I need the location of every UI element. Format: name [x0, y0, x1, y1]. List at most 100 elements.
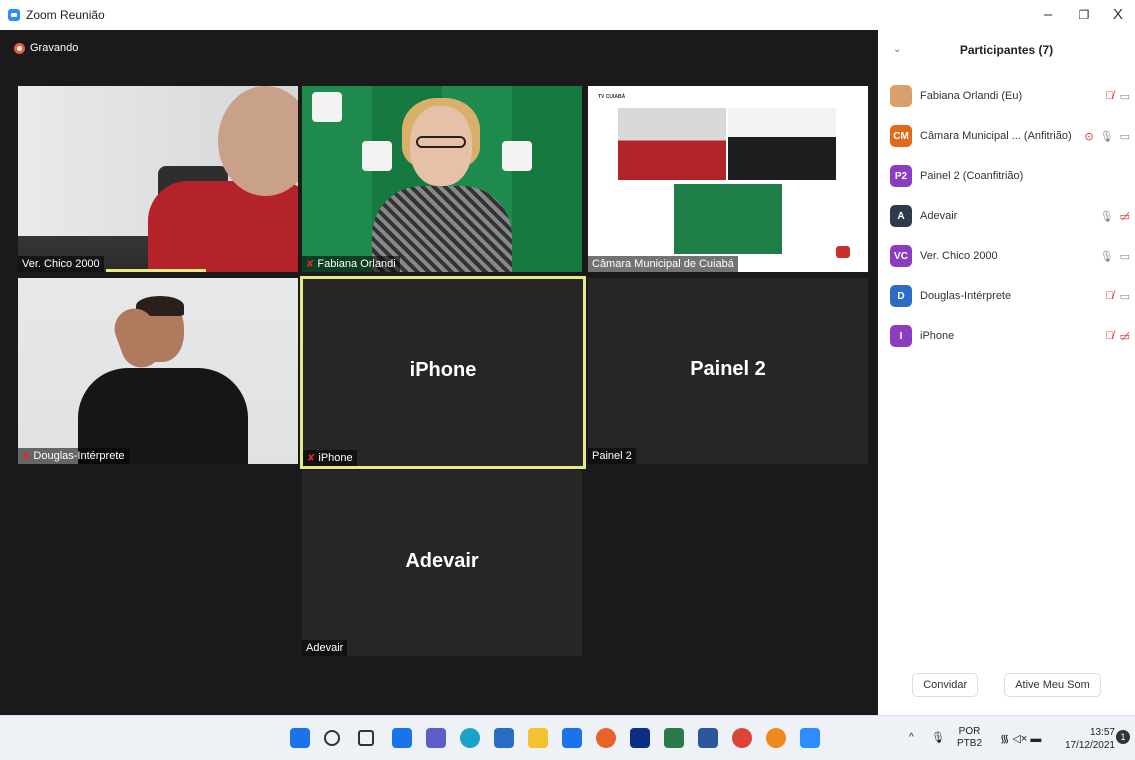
camera-icon[interactable]: ▭ — [1120, 90, 1130, 103]
mic-icon[interactable]: 🎙 — [1100, 130, 1114, 143]
participant-row[interactable]: VC Ver. Chico 2000 🎙 ▭ — [890, 243, 1130, 269]
tile-name-label: ✘ Fabiana Orlandi — [302, 256, 400, 272]
tile-name-label: Ver. Chico 2000 — [18, 256, 104, 272]
mic-muted-icon[interactable]: 🎙̸ — [1105, 90, 1113, 102]
dropbox-icon[interactable] — [630, 728, 650, 748]
chat-icon[interactable] — [426, 728, 446, 748]
tv-channel-logo: TV CUIABÁ — [598, 94, 626, 100]
camera-icon[interactable]: ▭ — [1120, 290, 1130, 303]
participant-row[interactable]: A Adevair 🎙 ▭̸ — [890, 203, 1130, 229]
participant-row[interactable]: Fabiana Orlandi (Eu) 🎙̸ ▭ — [890, 83, 1130, 109]
avatar: I — [890, 325, 912, 347]
recording-indicator[interactable]: Gravando — [14, 42, 78, 54]
wifi-volume-battery-icons[interactable]: ᯾ ◁× ▬ — [1000, 731, 1041, 746]
avatar: VC — [890, 245, 912, 267]
mic-muted-icon: ✘ — [307, 452, 316, 464]
word-icon[interactable] — [698, 728, 718, 748]
windows-start-icon[interactable] — [290, 728, 310, 748]
video-tile-douglas[interactable]: ✘ Douglas-Intérprete — [18, 278, 298, 464]
participant-row[interactable]: D Douglas-Intérprete 🎙̸ ▭ — [890, 283, 1130, 309]
participants-panel: ⌄ Participantes (7) Fabiana Orlandi (Eu)… — [878, 30, 1135, 715]
tile-big-name: Painel 2 — [690, 358, 766, 380]
system-tray: ^ 🎙 POR PTB2 ᯾ ◁× ▬ 13:57 17/12/2021 1 — [905, 724, 1130, 754]
video-tile-iphone[interactable]: iPhone ✘ iPhone — [300, 276, 586, 469]
recording-icon — [14, 42, 25, 54]
avatar: D — [890, 285, 912, 307]
participants-title: Participantes (7) — [959, 43, 1054, 57]
video-tile-adevair[interactable]: Adevair Adevair — [302, 470, 582, 656]
search-icon[interactable] — [324, 730, 340, 746]
participant-row[interactable]: I iPhone 🎙̸ ▭̸ — [890, 323, 1130, 349]
clock[interactable]: 13:57 17/12/2021 — [1055, 726, 1115, 752]
tile-name-label: Painel 2 — [588, 448, 636, 464]
widgets-icon[interactable] — [392, 728, 412, 748]
tile-big-name: Adevair — [405, 550, 479, 572]
mic-muted-icon[interactable]: 🎙̸ — [1105, 330, 1113, 342]
video-tile-camara[interactable]: TV CUIABÁ Câmara Municipal de Cuiabá — [588, 86, 868, 272]
cuiaba-logo-icon — [312, 92, 342, 122]
video-tile-painel2[interactable]: Painel 2 Painel 2 — [588, 278, 868, 464]
edge-browser-icon[interactable] — [460, 728, 480, 748]
recording-label: Gravando — [30, 42, 79, 54]
recording-icon: ⊙ — [1084, 130, 1094, 143]
avatar: A — [890, 205, 912, 227]
avatar: CM — [890, 125, 912, 147]
participant-row[interactable]: P2 Painel 2 (Coanfitrião) — [890, 163, 1130, 189]
input-language[interactable]: POR PTB2 — [957, 726, 982, 750]
unmute-me-button[interactable]: Ative Meu Som — [1004, 673, 1101, 697]
notification-badge[interactable]: 1 — [1116, 730, 1130, 744]
avatar: P2 — [890, 165, 912, 187]
chrome-icon[interactable] — [732, 728, 752, 748]
mic-icon[interactable]: 🎙 — [931, 731, 945, 744]
tile-name-label: Adevair — [302, 640, 348, 656]
cuiaba-logo-icon — [502, 141, 532, 171]
participant-name: Ver. Chico 2000 — [920, 250, 998, 262]
calculator-icon[interactable] — [664, 728, 684, 748]
cuiaba-logo-icon — [362, 141, 392, 171]
mic-icon[interactable]: 🎙 — [1100, 210, 1114, 223]
maximize-button[interactable]: ❐ — [1068, 2, 1100, 28]
video-tile-fabiana[interactable]: ✘ Fabiana Orlandi — [302, 86, 582, 272]
chevron-up-icon[interactable]: ^ — [909, 732, 914, 743]
title-bar: Zoom Reunião – ❐ X — [0, 0, 1135, 30]
camera-icon[interactable]: ▭ — [1120, 130, 1130, 143]
minimize-button[interactable]: – — [1032, 2, 1064, 28]
participants-actions: Convidar Ative Meu Som — [878, 673, 1135, 707]
participant-name: iPhone — [920, 330, 955, 342]
task-view-icon[interactable] — [358, 730, 374, 746]
zoom-icon[interactable] — [800, 728, 820, 748]
mic-muted-icon[interactable]: 🎙̸ — [1105, 290, 1113, 302]
camera-off-icon[interactable]: ▭̸ — [1120, 330, 1130, 343]
close-button[interactable]: X — [1102, 2, 1134, 28]
taskbar: ^ 🎙 POR PTB2 ᯾ ◁× ▬ 13:57 17/12/2021 1 — [0, 715, 1135, 760]
zoom-app-icon — [8, 9, 20, 21]
participant-row[interactable]: CM Câmara Municipal ... (Anfitrião) ⊙ 🎙 … — [890, 123, 1130, 149]
mic-muted-icon: ✘ — [306, 258, 315, 270]
mic-icon[interactable]: 🎙 — [1100, 250, 1114, 263]
tile-name-label: Câmara Municipal de Cuiabá — [588, 256, 738, 272]
participant-name: Painel 2 (Coanfitrião) — [920, 170, 1024, 182]
firefox-icon[interactable] — [596, 728, 616, 748]
active-speaker-bar — [106, 269, 206, 272]
tile-name-label: ✘ Douglas-Intérprete — [18, 448, 129, 464]
participants-header: ⌄ Participantes (7) — [878, 30, 1135, 70]
participant-name: Douglas-Intérprete — [920, 290, 1012, 302]
mic-muted-icon: ✘ — [22, 450, 31, 462]
crest-icon — [836, 246, 850, 258]
participant-name: Adevair — [920, 210, 958, 222]
video-gallery: Gravando Ver. Chico 2000 ✘ Fabiana Orlan… — [0, 30, 878, 715]
video-tile-chico[interactable]: Ver. Chico 2000 — [18, 86, 298, 272]
store-icon[interactable] — [494, 728, 514, 748]
tile-big-name: iPhone — [409, 359, 477, 381]
window-title: Zoom Reunião — [26, 8, 105, 22]
mail-icon[interactable] — [562, 728, 582, 748]
participant-name: Câmara Municipal ... (Anfitrião) — [920, 130, 1072, 142]
invite-button[interactable]: Convidar — [912, 673, 979, 697]
tile-name-label: ✘ iPhone — [303, 450, 357, 466]
participant-name: Fabiana Orlandi (Eu) — [920, 90, 1023, 102]
file-explorer-icon[interactable] — [528, 728, 548, 748]
camera-off-icon[interactable]: ▭̸ — [1120, 210, 1130, 223]
avast-icon[interactable] — [766, 728, 786, 748]
camera-icon[interactable]: ▭ — [1120, 250, 1130, 263]
avatar — [890, 85, 912, 107]
